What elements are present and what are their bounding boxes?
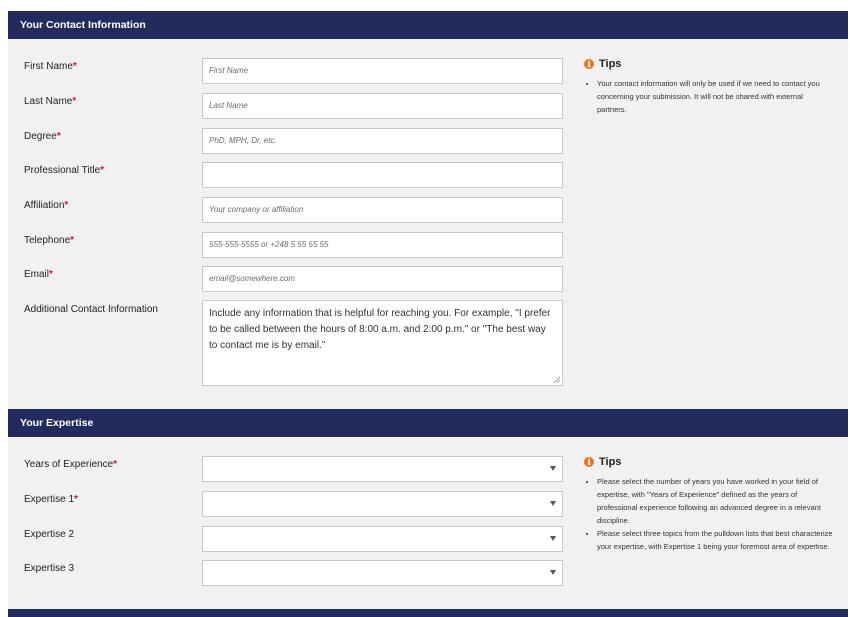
email-input[interactable]: email@somewhere.com xyxy=(202,266,563,292)
label-expertise-1: Expertise 1* xyxy=(24,494,78,505)
label-years-experience: Years of Experience* xyxy=(24,459,117,470)
contact-tips: i Tips Your contact information will onl… xyxy=(584,57,834,116)
label-professional-title: Professional Title* xyxy=(24,165,104,176)
label-text: Last Name xyxy=(24,96,73,107)
chevron-down-icon xyxy=(550,536,556,541)
tip-item: Please select three topics from the pull… xyxy=(597,527,834,553)
chevron-down-icon xyxy=(550,466,556,471)
label-last-name: Last Name* xyxy=(24,96,76,107)
chevron-down-icon xyxy=(550,570,556,575)
required-marker: * xyxy=(74,494,78,505)
label-email: Email* xyxy=(24,269,53,280)
resize-grip-icon[interactable] xyxy=(552,375,561,384)
expertise-3-select[interactable] xyxy=(202,560,563,586)
label-text: Years of Experience xyxy=(24,459,114,470)
affiliation-input[interactable]: Your company or affiliation xyxy=(202,197,563,223)
expertise-tips: i Tips Please select the number of years… xyxy=(584,455,834,553)
label-text: Telephone xyxy=(24,235,71,246)
tips-list: Please select the number of years you ha… xyxy=(584,475,834,553)
degree-input[interactable]: PhD, MPH, Dr, etc. xyxy=(202,128,563,154)
tip-item: Your contact information will only be us… xyxy=(597,77,834,116)
last-name-input[interactable]: Last Name xyxy=(202,93,563,119)
years-experience-select[interactable] xyxy=(202,456,563,482)
tips-title-text: Tips xyxy=(599,58,622,70)
telephone-input[interactable]: 555-555-5555 or +248 5 55 55 55 xyxy=(202,232,563,258)
label-telephone: Telephone* xyxy=(24,235,74,246)
label-additional-contact: Additional Contact Information xyxy=(24,304,158,315)
form-panel: Your Contact Information First Name* Fir… xyxy=(8,11,848,617)
label-first-name: First Name* xyxy=(24,61,77,72)
label-affiliation: Affiliation* xyxy=(24,200,68,211)
required-marker: * xyxy=(100,165,105,176)
textarea-text: Include any information that is helpful … xyxy=(209,308,551,351)
label-text: Degree xyxy=(24,131,57,142)
expertise-2-select[interactable] xyxy=(202,526,563,552)
label-text: Expertise 2 xyxy=(24,529,75,540)
section-header-next xyxy=(8,609,848,617)
required-marker: * xyxy=(113,459,118,470)
required-marker: * xyxy=(70,235,75,246)
label-text: Expertise 1 xyxy=(24,494,75,505)
label-expertise-2: Expertise 2 xyxy=(24,529,74,540)
label-expertise-3: Expertise 3 xyxy=(24,563,74,574)
section-header-contact: Your Contact Information xyxy=(8,11,848,39)
chevron-down-icon xyxy=(550,501,556,506)
info-icon: i xyxy=(584,457,594,467)
additional-contact-textarea[interactable]: Include any information that is helpful … xyxy=(202,300,563,386)
professional-title-input[interactable] xyxy=(202,162,563,188)
first-name-input[interactable]: First Name xyxy=(202,58,563,84)
label-text: Email xyxy=(24,269,50,280)
required-marker: * xyxy=(49,269,53,280)
tips-title: i Tips xyxy=(584,57,834,71)
tips-title: i Tips xyxy=(584,455,834,469)
expertise-1-select[interactable] xyxy=(202,491,563,517)
label-text: First Name xyxy=(24,61,73,72)
info-icon: i xyxy=(584,59,594,69)
tip-item: Please select the number of years you ha… xyxy=(597,475,834,527)
required-marker: * xyxy=(72,96,77,107)
required-marker: * xyxy=(64,200,69,211)
label-text: Affiliation xyxy=(24,200,65,211)
required-marker: * xyxy=(72,61,77,72)
label-degree: Degree* xyxy=(24,131,61,142)
required-marker: * xyxy=(56,131,61,142)
tips-title-text: Tips xyxy=(599,456,622,468)
label-text: Expertise 3 xyxy=(24,563,75,574)
label-text: Professional Title xyxy=(24,165,101,176)
section-header-expertise: Your Expertise xyxy=(8,409,848,437)
tips-list: Your contact information will only be us… xyxy=(584,77,834,116)
